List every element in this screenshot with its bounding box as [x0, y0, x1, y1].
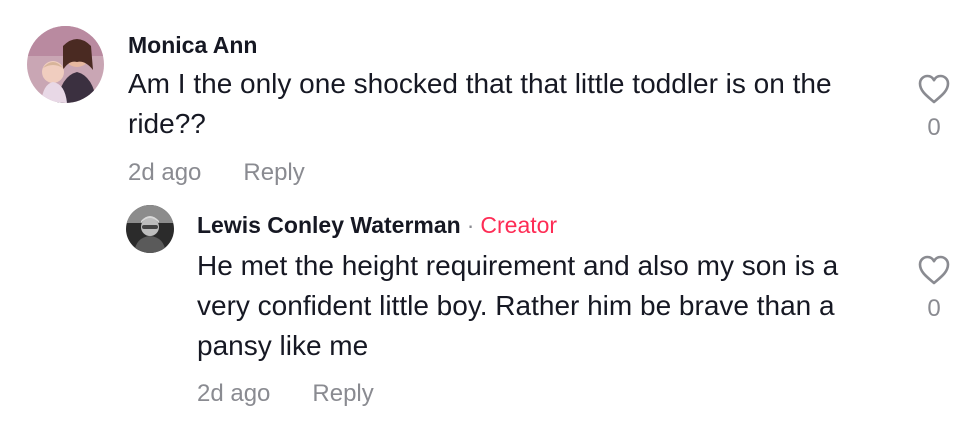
like-button[interactable]: 0 [914, 254, 954, 324]
reply-button[interactable]: Reply [312, 380, 373, 407]
reply-text: He met the height requirement and also m… [197, 250, 839, 361]
name-separator: · [466, 212, 475, 238]
comment-meta: 2d ago Reply [128, 158, 305, 188]
like-button[interactable]: 0 [914, 73, 954, 143]
reply-author-name[interactable]: Lewis Conley Waterman [197, 212, 461, 238]
reply-author[interactable]: Lewis Conley Waterman · Creator [197, 211, 557, 239]
creator-badge: Creator [480, 212, 558, 238]
comment-timestamp: 2d ago [128, 159, 202, 186]
heart-outline-icon[interactable] [917, 254, 951, 286]
reply-timestamp: 2d ago [197, 380, 271, 407]
user-avatar-icon [126, 205, 174, 253]
comment-author[interactable]: Monica Ann [128, 31, 257, 59]
avatar[interactable] [27, 26, 104, 103]
reply-meta: 2d ago Reply [197, 379, 374, 409]
like-count: 0 [927, 114, 941, 141]
comment-author-name[interactable]: Monica Ann [128, 32, 257, 58]
reply-button[interactable]: Reply [243, 159, 304, 186]
user-avatar-icon [27, 26, 104, 103]
like-count: 0 [927, 295, 941, 322]
avatar[interactable] [126, 205, 174, 253]
heart-outline-icon[interactable] [917, 73, 951, 105]
comment-text: Am I the only one shocked that that litt… [128, 68, 832, 139]
